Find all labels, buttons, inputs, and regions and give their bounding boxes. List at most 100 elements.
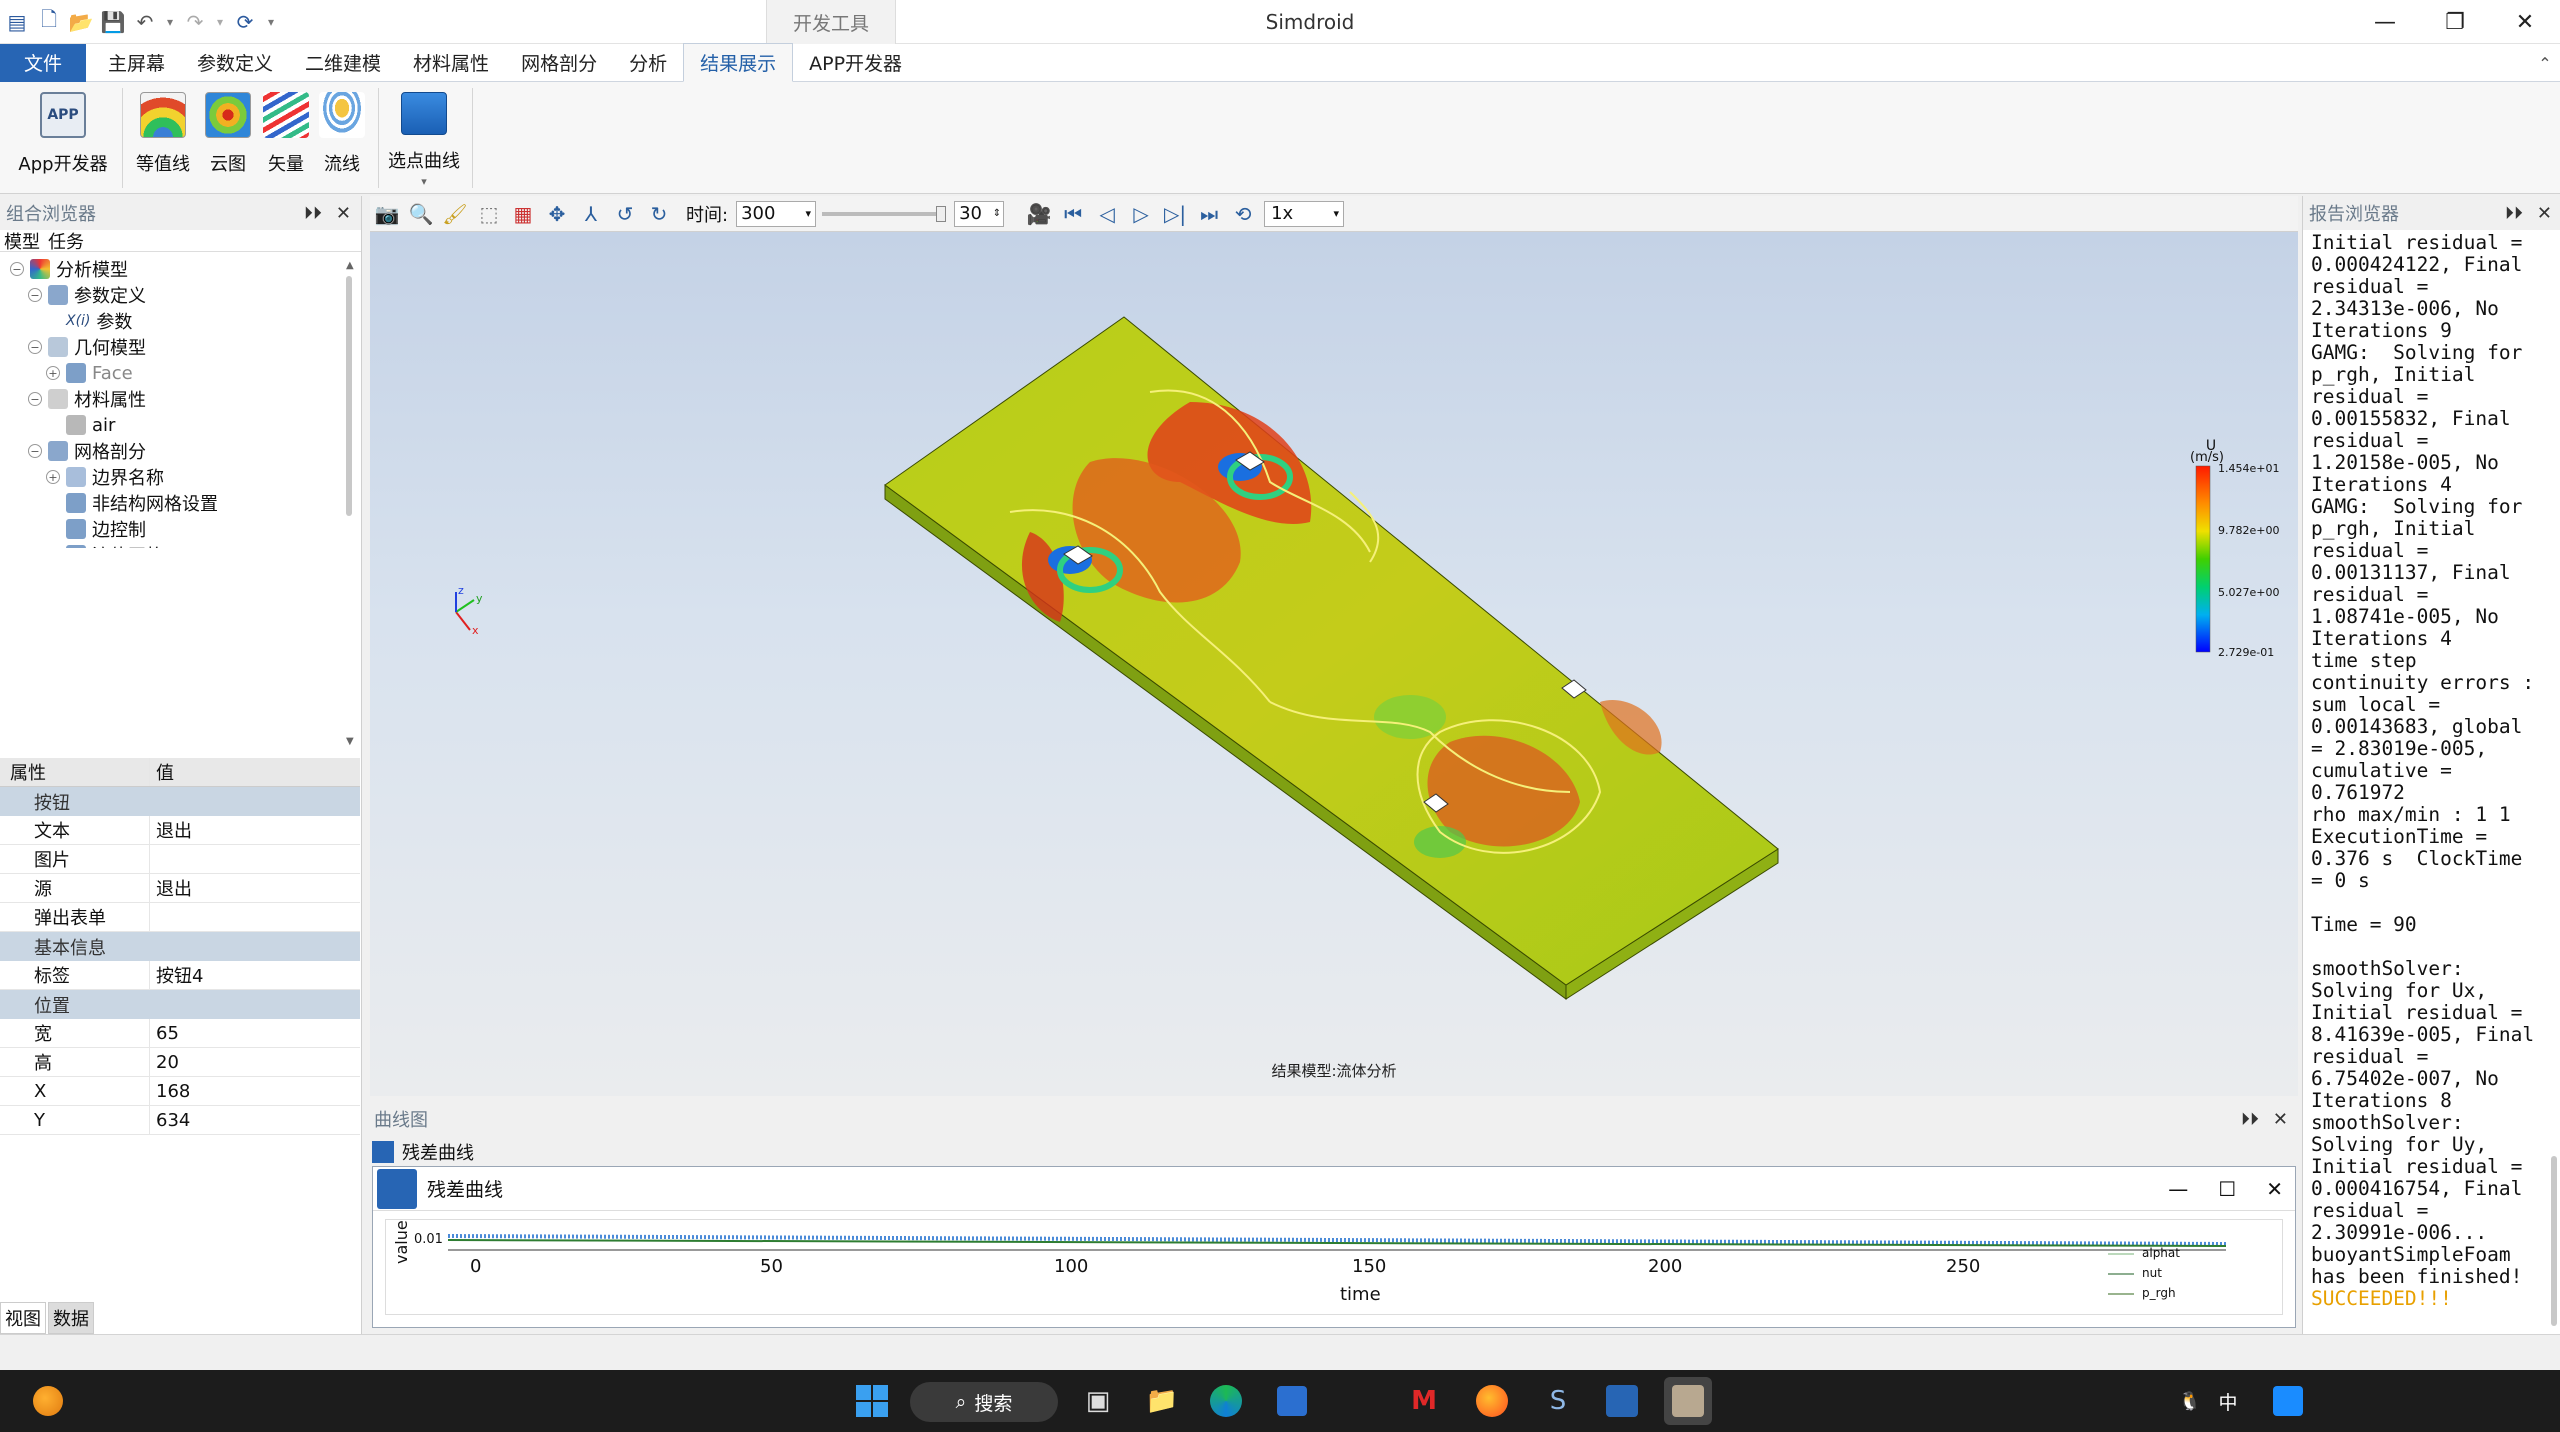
undo-icon[interactable]: ↶ (132, 9, 158, 35)
property-row[interactable]: 图片 (0, 845, 360, 874)
play-icon[interactable]: ▷ (1124, 198, 1158, 230)
store-icon[interactable] (1268, 1377, 1316, 1425)
display-mode-icon[interactable]: ▦ (506, 198, 540, 230)
tree-scrollbar[interactable] (346, 276, 352, 516)
report-scrollbar[interactable] (2551, 1156, 2557, 1326)
property-row[interactable]: 弹出表单 (0, 903, 360, 932)
app-swirl-icon[interactable]: S (1534, 1377, 1582, 1425)
tab-parameters[interactable]: 参数定义 (181, 44, 289, 82)
record-video-icon[interactable]: 🎥 (1022, 198, 1056, 230)
tree-item[interactable]: + Face (46, 360, 133, 386)
property-row[interactable]: X 168 (0, 1077, 360, 1106)
tab-task[interactable]: 任务 (48, 228, 84, 254)
tab-2d-modeling[interactable]: 二维建模 (289, 44, 397, 82)
ribbon-collapse-icon[interactable]: ⌃ (2530, 44, 2560, 82)
close-icon[interactable]: ✕ (2266, 1177, 2283, 1201)
expand-icon[interactable]: + (46, 366, 60, 380)
baidu-icon[interactable] (2264, 1377, 2312, 1425)
collapse-icon[interactable]: − (28, 392, 42, 406)
first-frame-icon[interactable]: ⏮ (1056, 198, 1090, 230)
time-slider[interactable] (822, 205, 947, 222)
property-row[interactable]: 标签 按钮4 (0, 961, 360, 990)
cloud-map-button[interactable]: 云图 (198, 88, 258, 188)
rotate-left-icon[interactable]: ↺ (608, 198, 642, 230)
previous-frame-icon[interactable]: ◁ (1090, 198, 1124, 230)
refresh-icon[interactable]: ⟳ (232, 9, 258, 35)
collapse-icon[interactable]: − (10, 262, 24, 276)
flow-result-plot[interactable] (370, 232, 2298, 1096)
taskbar-search[interactable]: ⌕ 搜索 (910, 1382, 1058, 1422)
rotate-right-icon[interactable]: ↻ (642, 198, 676, 230)
pin-icon[interactable]: ⏵⏵ (2505, 203, 2523, 224)
tree-item[interactable]: + 边界名称 (46, 464, 164, 490)
screenshot-icon[interactable]: 📷 (370, 198, 404, 230)
step-spinner[interactable]: 30 ⇕ (954, 200, 1005, 227)
property-row[interactable]: 源退出 (0, 874, 360, 903)
property-value[interactable]: 168 (150, 1077, 360, 1105)
firefox-icon[interactable] (1468, 1377, 1516, 1425)
tree-item[interactable]: 边控制 (46, 516, 146, 542)
pin-icon[interactable]: ⏵⏵ (304, 203, 322, 224)
tree-item[interactable]: +流体网格 (46, 542, 164, 548)
3d-viewport[interactable]: U (m/s) 1.454e+01 9.782e+00 5.027e+00 2.… (370, 232, 2298, 1096)
collapse-icon[interactable]: − (28, 444, 42, 458)
tab-file[interactable]: 文件 (0, 43, 86, 82)
streamline-button[interactable]: 流线 (314, 88, 370, 188)
mcafee-icon[interactable]: M (1400, 1377, 1448, 1425)
property-value[interactable]: 退出 (150, 816, 360, 844)
speed-select[interactable]: 1x ▾ (1264, 200, 1345, 227)
property-value[interactable]: 65 (150, 1019, 360, 1047)
redo-dropdown-icon[interactable]: ▾ (214, 9, 226, 35)
close-icon[interactable]: ✕ (2490, 0, 2560, 44)
property-row[interactable]: 文本 退出 (0, 816, 360, 845)
loop-icon[interactable]: ⟲ (1226, 198, 1260, 230)
tree-item[interactable]: − 分析模型 (10, 256, 128, 282)
close-panel-icon[interactable]: ✕ (336, 203, 351, 224)
property-value[interactable] (150, 903, 360, 931)
undo-dropdown-icon[interactable]: ▾ (164, 9, 176, 35)
app-developer-button[interactable]: APP App开发器 (10, 88, 116, 188)
property-value[interactable]: 20 (150, 1048, 360, 1076)
contour-button[interactable]: 等值线 (128, 88, 198, 188)
time-select[interactable]: 300 ▾ (736, 200, 817, 227)
context-tab-devtools[interactable]: 开发工具 (766, 0, 896, 44)
next-frame-icon[interactable]: ▷| (1158, 198, 1192, 230)
fit-view-icon[interactable]: ✥ (540, 198, 574, 230)
tree-item[interactable]: air (46, 412, 115, 438)
collapse-icon[interactable]: − (28, 340, 42, 354)
file-explorer-icon[interactable]: 📁 (1138, 1377, 1186, 1425)
property-category[interactable]: 基本信息 (0, 932, 360, 961)
tree-item[interactable]: X(i) 参数 (46, 308, 132, 334)
property-row[interactable]: Y 634 (0, 1106, 360, 1135)
tab-data[interactable]: 数据 (48, 1302, 94, 1334)
tab-material[interactable]: 材料属性 (397, 44, 505, 82)
minimize-icon[interactable]: — (2350, 0, 2420, 44)
tab-analysis[interactable]: 分析 (613, 44, 683, 82)
weather-icon[interactable] (24, 1377, 72, 1425)
residual-plot-area[interactable]: value 0.01 0 50 100 150 200 250 time alp… (385, 1219, 2283, 1315)
property-row[interactable]: 宽 65 (0, 1019, 360, 1048)
property-value[interactable]: 退出 (150, 874, 360, 902)
collapse-icon[interactable]: − (28, 288, 42, 302)
last-frame-icon[interactable]: ⏭ (1192, 198, 1226, 230)
app-logo-icon[interactable]: ▤ (4, 9, 30, 35)
tree-item[interactable]: 非结构网格设置 (46, 490, 218, 516)
report-log[interactable]: Initial residual = 0.000424122, Final re… (2311, 232, 2547, 1322)
redo-icon[interactable]: ↷ (182, 9, 208, 35)
vector-button[interactable]: 矢量 (258, 88, 314, 188)
slider-handle[interactable] (936, 205, 947, 222)
property-value[interactable]: 按钮4 (150, 961, 360, 989)
edge-browser-icon[interactable] (1202, 1377, 1250, 1425)
tab-model[interactable]: 模型 (4, 228, 40, 254)
tab-mesh[interactable]: 网格剖分 (505, 44, 613, 82)
pin-icon[interactable]: ⏵⏵ (2241, 1109, 2259, 1130)
save-icon[interactable]: 💾 (100, 9, 126, 35)
zoom-icon[interactable]: 🔍 (404, 198, 438, 230)
tree-item[interactable]: − 网格剖分 (28, 438, 146, 464)
tab-app-developer[interactable]: APP开发器 (793, 44, 918, 82)
tree-item[interactable]: − 参数定义 (28, 282, 146, 308)
tab-home[interactable]: 主屏幕 (92, 44, 181, 82)
maximize-icon[interactable]: ❐ (2420, 0, 2490, 44)
customize-qat-icon[interactable]: ▾ (264, 9, 278, 35)
tab-residual-curve[interactable]: 残差曲线 (402, 1139, 474, 1165)
